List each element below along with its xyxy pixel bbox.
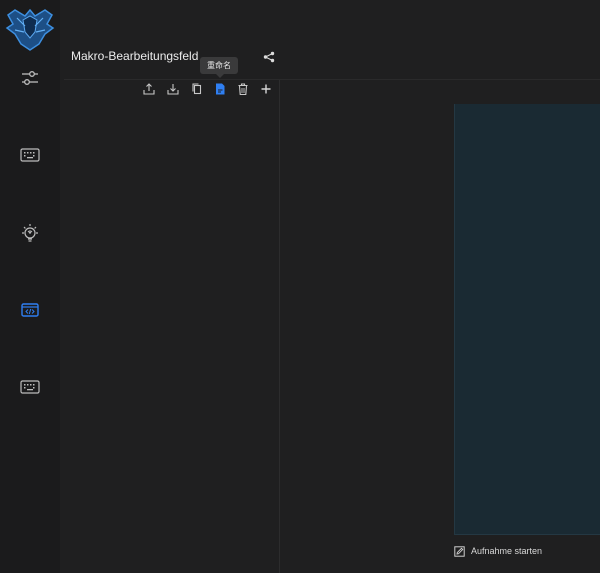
start-recording-label: Aufnahme starten: [471, 546, 543, 556]
sliders-icon: [22, 71, 38, 85]
start-recording-button[interactable]: Aufnahme starten: [454, 544, 542, 558]
logo-icon: [5, 6, 55, 52]
macro-icon: [21, 303, 39, 317]
add-icon[interactable]: [259, 82, 273, 96]
rename-icon[interactable]: [213, 82, 227, 96]
sidebar-item-lighting[interactable]: [16, 221, 44, 245]
header-divider: [64, 79, 600, 80]
copy-icon[interactable]: [190, 82, 204, 96]
lightbulb-icon: [22, 224, 38, 242]
rename-tooltip: 重命名: [200, 57, 238, 78]
keyboard-icon: [20, 148, 40, 162]
sidebar-item-settings[interactable]: [16, 66, 44, 90]
macro-editor-panel[interactable]: [454, 104, 600, 535]
import-icon[interactable]: [166, 82, 180, 96]
sidebar-item-keyboard[interactable]: [16, 375, 44, 399]
edit-icon: [454, 545, 465, 557]
sidebar-item-macro[interactable]: [16, 298, 44, 322]
share-icon[interactable]: [263, 50, 275, 63]
panel-divider: [279, 80, 280, 573]
sidebar-item-keys[interactable]: [16, 143, 44, 167]
delete-icon[interactable]: [236, 82, 250, 96]
keyboard-alt-icon: [20, 380, 40, 394]
sidebar: [0, 0, 60, 573]
page-title: Makro-Bearbeitungsfeld: [71, 49, 199, 63]
export-icon[interactable]: [142, 82, 156, 96]
